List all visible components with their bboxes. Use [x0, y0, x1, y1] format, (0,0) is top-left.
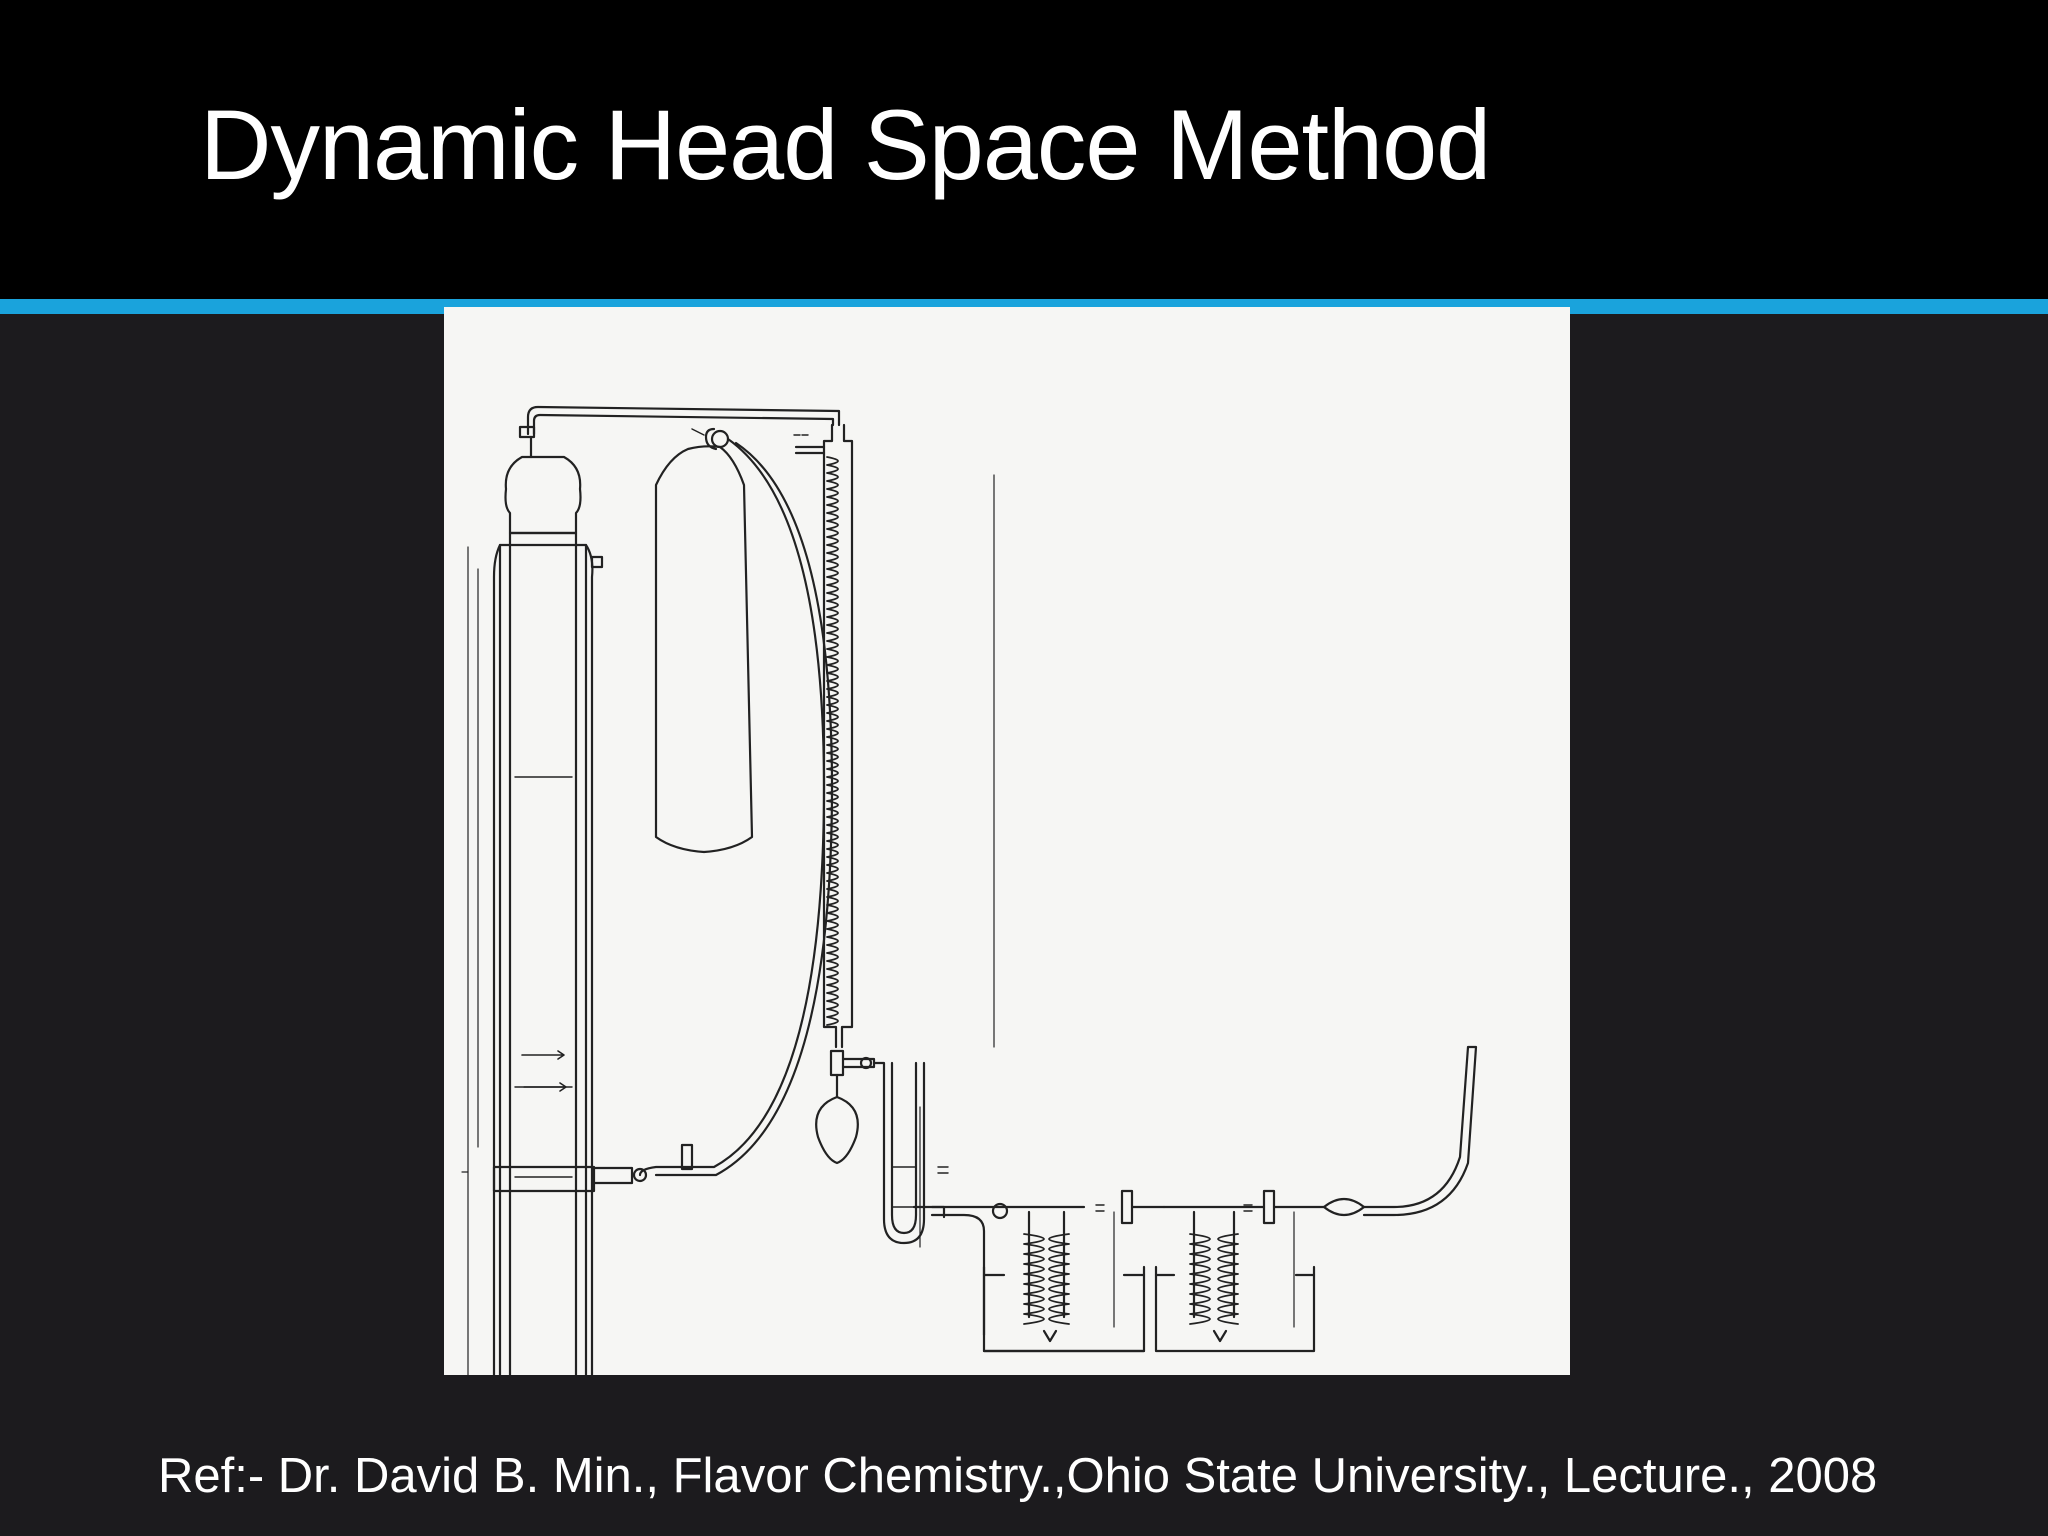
apparatus-diagram: [444, 307, 1570, 1375]
spiral-condenser: [794, 423, 995, 1165]
cold-trap-1: [930, 1189, 1166, 1353]
gas-tube: [638, 437, 834, 1177]
cold-trap-2: [1154, 1189, 1326, 1353]
u-tube: [872, 1061, 946, 1248]
gas-cylinder: [654, 427, 754, 854]
reference-caption: Ref:- Dr. David B. Min., Flavor Chemistr…: [158, 1449, 1878, 1503]
title-bar: Dynamic Head Space Method: [0, 0, 2048, 299]
slide-title: Dynamic Head Space Method: [200, 89, 1491, 200]
outlet-tube: [1322, 1045, 1478, 1217]
slide: Dynamic Head Space Method Ref:- Dr. Davi…: [0, 0, 2048, 1536]
sample-column: [461, 405, 841, 1375]
